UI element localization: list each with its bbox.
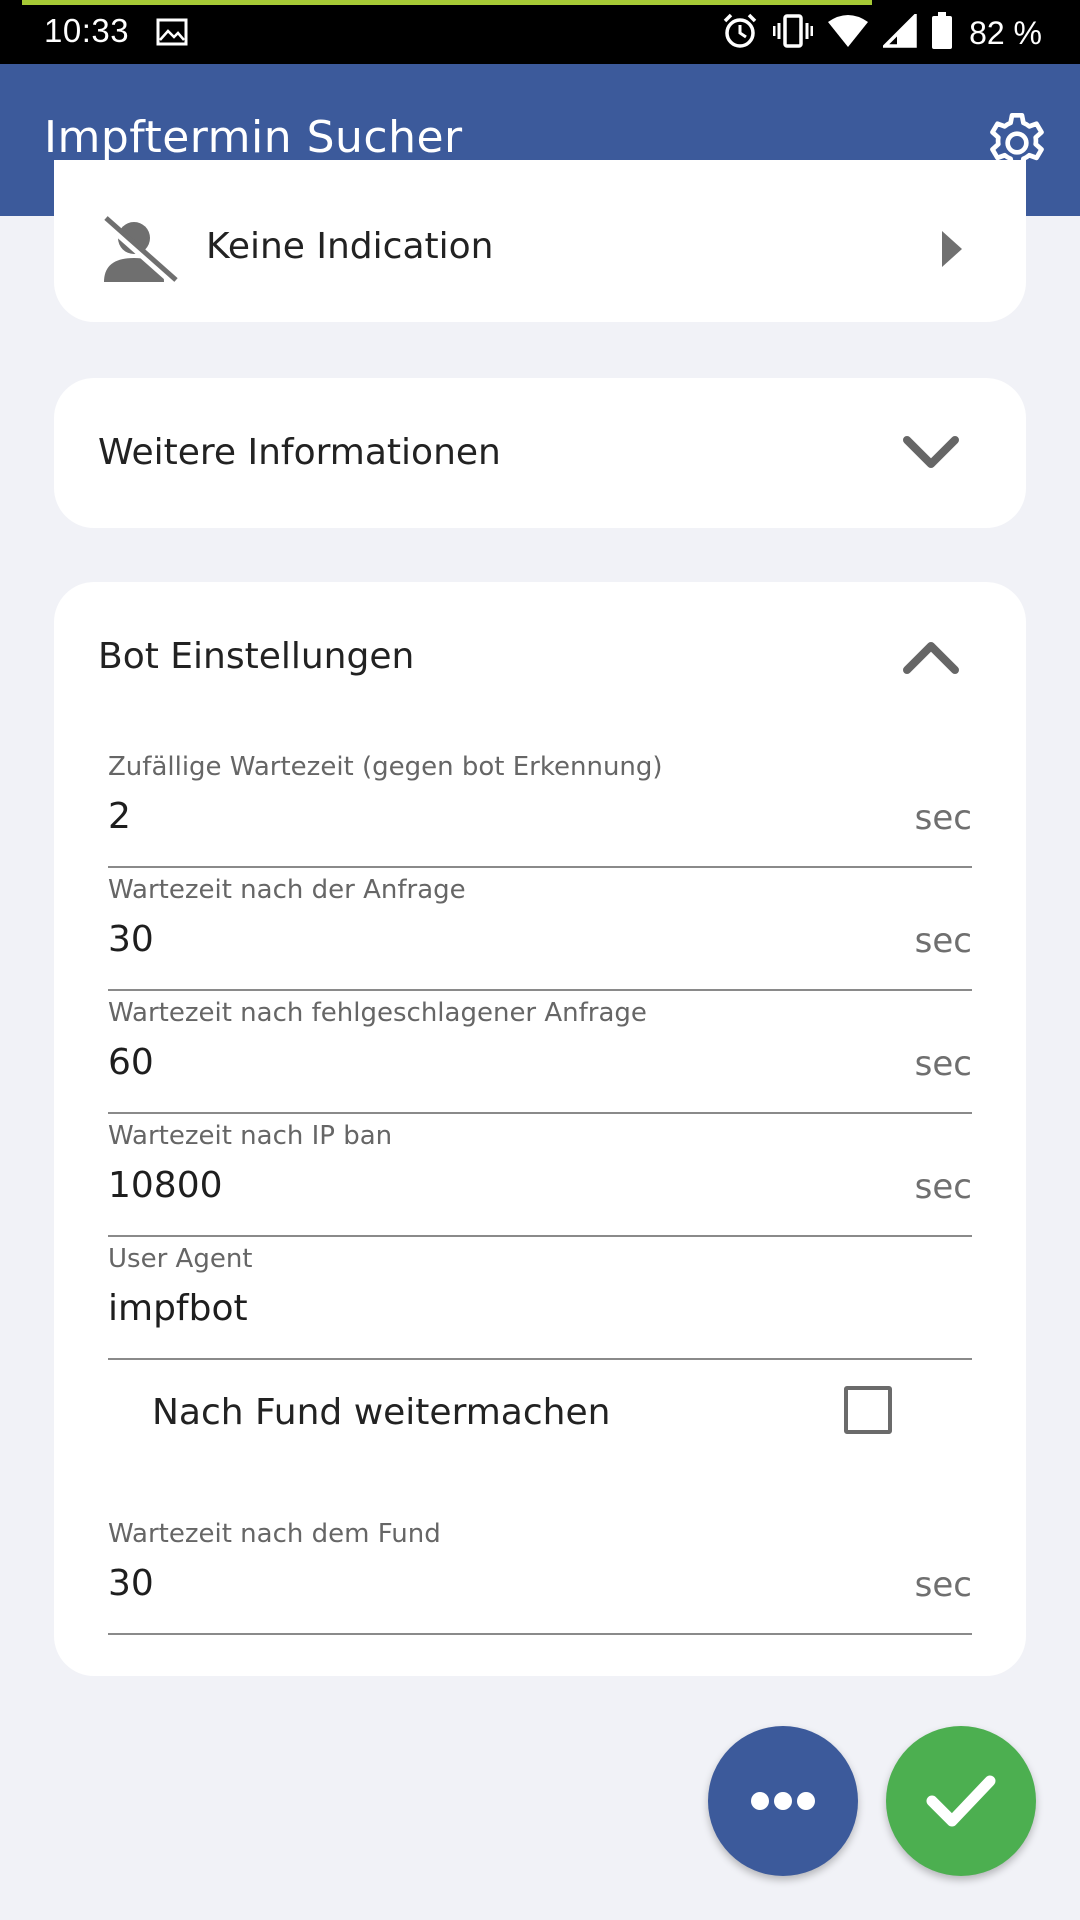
alarm-icon — [721, 12, 759, 54]
wifi-icon — [827, 14, 869, 52]
weitere-informationen-title: Weitere Informationen — [98, 432, 501, 473]
chevron-up-icon[interactable] — [902, 640, 960, 680]
field-suffix: sec — [914, 1565, 972, 1605]
arrow-right-icon — [940, 230, 964, 272]
wait-after-ip-ban-field[interactable]: Wartezeit nach IP ban 10800 sec — [108, 1113, 972, 1237]
wait-after-find-field[interactable]: Wartezeit nach dem Fund 30 sec — [108, 1511, 972, 1635]
image-icon — [156, 18, 188, 50]
signal-icon — [880, 11, 917, 52]
field-suffix: sec — [914, 921, 972, 961]
status-icons: 82 % — [721, 11, 1042, 54]
field-suffix: sec — [914, 1167, 972, 1207]
more-horiz-icon — [751, 1792, 815, 1810]
field-label: Zufällige Wartezeit (gegen bot Erkennung… — [108, 752, 663, 782]
indication-card[interactable]: Keine Indication — [54, 160, 1026, 322]
wait-after-failed-request-field[interactable]: Wartezeit nach fehlgeschlagener Anfrage … — [108, 990, 972, 1114]
field-label: Wartezeit nach fehlgeschlagener Anfrage — [108, 998, 647, 1028]
field-value[interactable]: 30 — [108, 919, 154, 960]
field-label: Wartezeit nach dem Fund — [108, 1519, 441, 1549]
bot-einstellungen-card: Bot Einstellungen Zufällige Wartezeit (g… — [54, 582, 1026, 1676]
continue-after-find-label: Nach Fund weitermachen — [152, 1392, 611, 1433]
confirm-button[interactable] — [886, 1726, 1036, 1876]
status-bar: 10:33 82 % — [0, 0, 1080, 64]
check-icon — [926, 1775, 996, 1827]
continue-after-find-checkbox[interactable] — [844, 1386, 892, 1434]
indication-label: Keine Indication — [206, 226, 494, 267]
field-value[interactable]: 30 — [108, 1563, 154, 1604]
field-value[interactable]: impfbot — [108, 1288, 248, 1329]
chevron-down-icon[interactable] — [902, 434, 960, 474]
app-title: Impftermin Sucher — [44, 112, 463, 163]
person-off-icon — [98, 216, 180, 288]
field-label: User Agent — [108, 1244, 253, 1274]
battery-percent: 82 % — [969, 14, 1042, 51]
vibrate-icon — [772, 14, 814, 52]
field-label: Wartezeit nach IP ban — [108, 1121, 393, 1151]
field-value[interactable]: 60 — [108, 1042, 154, 1083]
field-suffix: sec — [914, 1044, 972, 1084]
bot-einstellungen-title: Bot Einstellungen — [98, 636, 415, 677]
continue-after-find-row[interactable]: Nach Fund weitermachen — [152, 1376, 892, 1456]
loading-progress-line — [22, 0, 872, 5]
battery-icon — [931, 12, 953, 54]
status-time: 10:33 — [44, 12, 130, 49]
field-suffix: sec — [914, 798, 972, 838]
field-value[interactable]: 2 — [108, 796, 131, 837]
field-value[interactable]: 10800 — [108, 1165, 223, 1206]
user-agent-field[interactable]: User Agent impfbot — [108, 1236, 972, 1360]
random-wait-field[interactable]: Zufällige Wartezeit (gegen bot Erkennung… — [108, 744, 972, 868]
field-label: Wartezeit nach der Anfrage — [108, 875, 466, 905]
weitere-informationen-card[interactable]: Weitere Informationen — [54, 378, 1026, 528]
wait-after-request-field[interactable]: Wartezeit nach der Anfrage 30 sec — [108, 867, 972, 991]
more-options-button[interactable] — [708, 1726, 858, 1876]
